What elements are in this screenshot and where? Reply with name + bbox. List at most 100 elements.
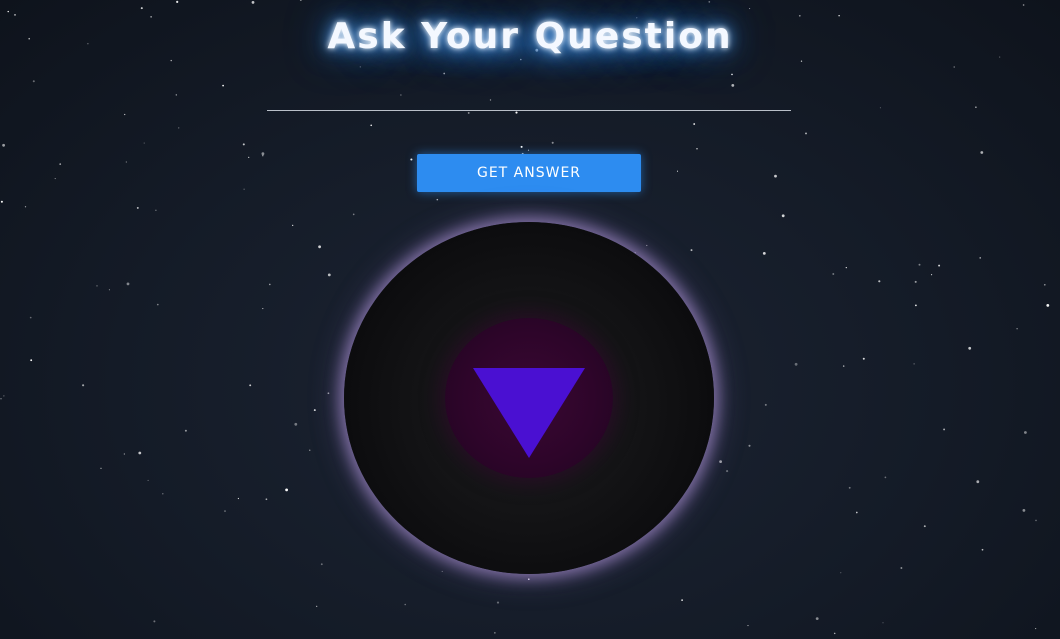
star: [370, 124, 373, 127]
get-answer-button[interactable]: GET ANSWER: [417, 154, 641, 192]
star: [794, 362, 798, 366]
star: [320, 563, 323, 566]
star: [100, 467, 102, 469]
star: [845, 266, 847, 269]
star: [878, 280, 881, 283]
star: [719, 460, 722, 463]
star: [175, 94, 177, 96]
star: [774, 174, 777, 178]
star: [2, 143, 5, 147]
star: [108, 289, 110, 291]
star: [29, 316, 32, 319]
star: [147, 479, 149, 481]
star: [527, 149, 530, 151]
star: [136, 206, 139, 209]
star: [261, 152, 265, 156]
star: [176, 0, 179, 3]
star: [162, 493, 164, 495]
star: [123, 453, 125, 455]
star: [32, 80, 35, 83]
star: [59, 163, 62, 165]
star: [747, 625, 749, 627]
star: [436, 198, 439, 201]
star: [170, 59, 172, 62]
star: [125, 161, 127, 163]
star: [690, 249, 693, 252]
star: [976, 480, 980, 484]
star: [3, 395, 5, 397]
star: [968, 346, 972, 350]
star: [242, 143, 245, 146]
page-title: Ask Your Question: [327, 16, 733, 57]
star: [7, 10, 9, 13]
star: [126, 282, 130, 286]
star: [726, 470, 729, 473]
star: [30, 359, 33, 362]
star: [262, 154, 264, 157]
star: [848, 486, 851, 489]
star: [54, 178, 56, 180]
star: [879, 107, 881, 109]
star: [178, 127, 180, 129]
star: [931, 274, 933, 276]
star: [1035, 519, 1037, 522]
star: [184, 429, 187, 432]
star: [352, 213, 355, 216]
star: [840, 572, 842, 574]
star: [528, 578, 530, 580]
star: [914, 280, 917, 283]
star: [731, 73, 733, 76]
star: [764, 403, 767, 406]
star: [143, 142, 145, 144]
star: [318, 245, 321, 249]
star: [292, 224, 294, 226]
star: [938, 264, 941, 267]
star: [269, 283, 271, 286]
star: [248, 156, 250, 159]
star: [243, 188, 245, 190]
star: [1022, 4, 1025, 6]
star: [676, 170, 679, 172]
star: [0, 397, 2, 400]
star: [1024, 431, 1027, 434]
star: [309, 449, 311, 451]
star: [327, 273, 331, 277]
star: [153, 620, 156, 623]
star: [82, 384, 85, 387]
star: [285, 488, 288, 492]
magic-8-ball[interactable]: [344, 222, 714, 574]
star: [249, 384, 252, 387]
star: [923, 525, 926, 528]
answer-window: [445, 318, 613, 478]
star: [467, 111, 470, 114]
star: [953, 66, 955, 68]
star: [696, 148, 698, 150]
star: [805, 132, 807, 135]
star: [1016, 327, 1018, 330]
star: [96, 285, 98, 287]
star: [0, 200, 3, 203]
star: [646, 244, 648, 247]
star: [900, 567, 903, 569]
star: [359, 66, 361, 68]
star: [251, 1, 255, 4]
star: [156, 303, 159, 306]
question-input[interactable]: [267, 84, 791, 111]
star: [980, 151, 984, 154]
star: [855, 511, 858, 514]
star: [316, 605, 318, 607]
star: [155, 209, 157, 211]
triangle-down-icon: [473, 368, 585, 458]
star: [1043, 283, 1046, 286]
star: [404, 603, 406, 606]
star: [833, 632, 836, 635]
star: [748, 444, 751, 447]
star: [520, 145, 523, 148]
star: [410, 158, 413, 161]
star: [1035, 628, 1037, 630]
star: [832, 273, 835, 275]
star: [749, 8, 751, 10]
star: [222, 84, 224, 87]
star: [975, 106, 977, 109]
star: [979, 257, 981, 259]
